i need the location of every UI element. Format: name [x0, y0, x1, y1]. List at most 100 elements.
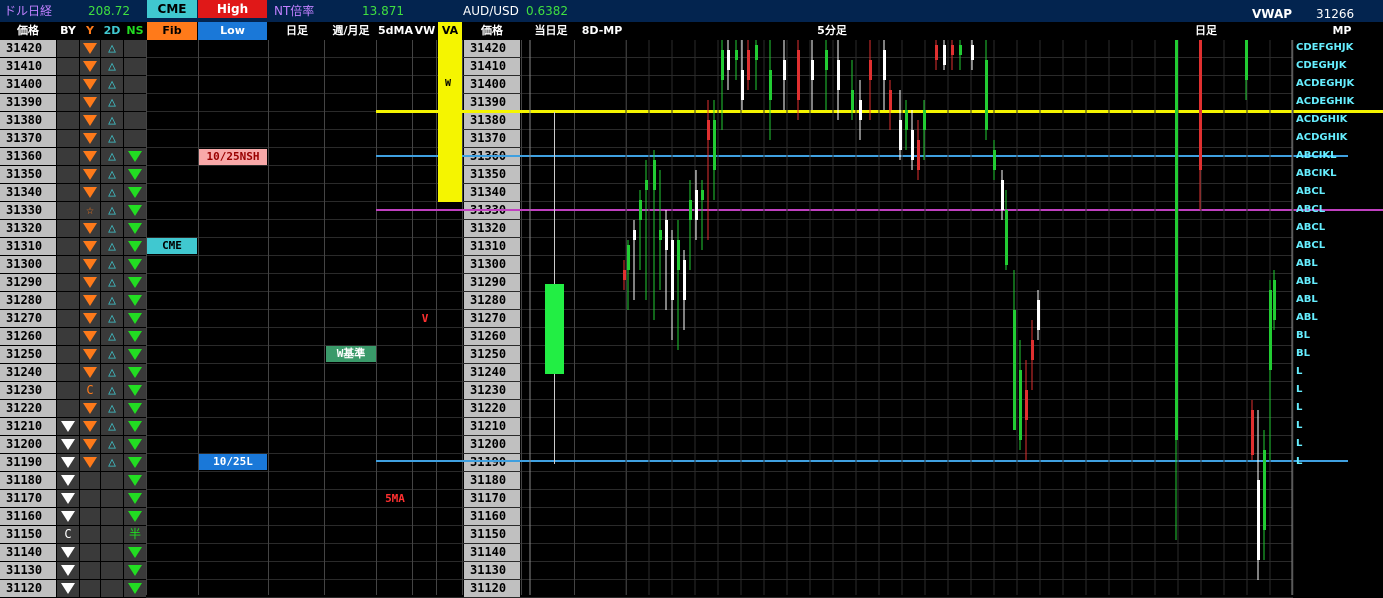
y-cell — [80, 58, 100, 75]
price-cell-2[interactable]: 31240 — [464, 364, 520, 381]
green-down-triangle-icon — [128, 205, 142, 216]
candle-body — [889, 90, 892, 110]
price-cell-2[interactable]: 31280 — [464, 292, 520, 309]
price-cell-2[interactable]: 31190 — [464, 454, 520, 471]
price-cell[interactable]: 31270 — [0, 310, 56, 327]
2d-cell: △ — [101, 400, 123, 417]
price-cell[interactable]: 31230 — [0, 382, 56, 399]
price-cell-2[interactable]: 31380 — [464, 112, 520, 129]
price-cell[interactable]: 31240 — [0, 364, 56, 381]
candle-body — [701, 190, 704, 200]
price-cell[interactable]: 31160 — [0, 508, 56, 525]
header-va[interactable]: VA — [438, 22, 462, 40]
price-cell[interactable]: 31400 — [0, 76, 56, 93]
y-cell: ☆ — [80, 202, 100, 219]
price-cell[interactable]: 31310 — [0, 238, 56, 255]
cyan-up-triangle-icon: △ — [108, 239, 116, 254]
price-cell[interactable]: 31180 — [0, 472, 56, 489]
price-cell[interactable]: 31150 — [0, 526, 56, 543]
price-cell-2[interactable]: 31120 — [464, 580, 520, 597]
header-low[interactable]: Low — [198, 22, 267, 40]
price-cell[interactable]: 31350 — [0, 166, 56, 183]
usd-nikkei-label: ドル日経 — [4, 4, 53, 18]
orange-down-triangle-icon — [83, 349, 97, 360]
y-cell — [80, 508, 100, 525]
price-cell-2[interactable]: 31310 — [464, 238, 520, 255]
cyan-up-triangle-icon: △ — [108, 41, 116, 56]
price-cell-2[interactable]: 31410 — [464, 58, 520, 75]
price-cell[interactable]: 31200 — [0, 436, 56, 453]
price-cell[interactable]: 31250 — [0, 346, 56, 363]
2d-cell: △ — [101, 130, 123, 147]
price-cell-2[interactable]: 31130 — [464, 562, 520, 579]
high-button[interactable]: High — [198, 0, 267, 18]
y-cell — [80, 580, 100, 597]
price-cell[interactable]: 31290 — [0, 274, 56, 291]
candle-body — [993, 150, 996, 170]
cyan-up-triangle-icon: △ — [108, 383, 116, 398]
price-cell-2[interactable]: 31390 — [464, 94, 520, 111]
price-cell[interactable]: 31320 — [0, 220, 56, 237]
cyan-up-triangle-icon: △ — [108, 167, 116, 182]
candle-body — [923, 110, 926, 130]
by-cell — [57, 436, 79, 453]
candle-body — [639, 200, 642, 220]
price-cell[interactable]: 31140 — [0, 544, 56, 561]
y-cell — [80, 310, 100, 327]
header-fib[interactable]: Fib — [147, 22, 197, 40]
price-cell[interactable]: 31420 — [0, 40, 56, 57]
cyan-up-triangle-icon: △ — [108, 203, 116, 218]
price-cell[interactable]: 31340 — [0, 184, 56, 201]
price-cell[interactable]: 31380 — [0, 112, 56, 129]
candle-body — [713, 120, 716, 170]
price-cell[interactable]: 31130 — [0, 562, 56, 579]
price-cell-2[interactable]: 31290 — [464, 274, 520, 291]
price-cell-2[interactable]: 31180 — [464, 472, 520, 489]
price-cell-2[interactable]: 31210 — [464, 418, 520, 435]
price-cell-2[interactable]: 31160 — [464, 508, 520, 525]
price-cell-2[interactable]: 31250 — [464, 346, 520, 363]
candle-body — [825, 50, 828, 70]
price-cell[interactable]: 31330 — [0, 202, 56, 219]
price-cell-2[interactable]: 31400 — [464, 76, 520, 93]
price-cell[interactable]: 31410 — [0, 58, 56, 75]
price-cell[interactable]: 31370 — [0, 130, 56, 147]
price-cell[interactable]: 31120 — [0, 580, 56, 597]
green-down-triangle-icon — [128, 385, 142, 396]
ns-cell — [124, 76, 146, 93]
price-cell[interactable]: 31210 — [0, 418, 56, 435]
price-cell[interactable]: 31300 — [0, 256, 56, 273]
price-cell[interactable]: 31360 — [0, 148, 56, 165]
cyan-up-triangle-icon: △ — [108, 401, 116, 416]
price-cell-2[interactable]: 31270 — [464, 310, 520, 327]
price-cell-2[interactable]: 31140 — [464, 544, 520, 561]
tag-w-base: W基準 — [326, 346, 376, 362]
candle-body — [943, 45, 946, 65]
2d-cell — [101, 490, 123, 507]
price-cell-2[interactable]: 31350 — [464, 166, 520, 183]
price-cell-2[interactable]: 31260 — [464, 328, 520, 345]
price-cell[interactable]: 31190 — [0, 454, 56, 471]
price-cell[interactable]: 31170 — [0, 490, 56, 507]
price-cell-2[interactable]: 31170 — [464, 490, 520, 507]
price-cell[interactable]: 31220 — [0, 400, 56, 417]
price-cell-2[interactable]: 31370 — [464, 130, 520, 147]
price-cell-2[interactable]: 31150 — [464, 526, 520, 543]
green-down-triangle-icon — [128, 331, 142, 342]
2d-cell: △ — [101, 184, 123, 201]
price-cell-2[interactable]: 31200 — [464, 436, 520, 453]
price-cell-2[interactable]: 31230 — [464, 382, 520, 399]
tag-10-25-nsh: 10/25NSH — [199, 149, 267, 165]
price-cell[interactable]: 31390 — [0, 94, 56, 111]
price-cell-2[interactable]: 31300 — [464, 256, 520, 273]
candle-body — [959, 45, 962, 55]
tag-cme: CME — [147, 238, 197, 254]
price-cell-2[interactable]: 31220 — [464, 400, 520, 417]
price-cell[interactable]: 31260 — [0, 328, 56, 345]
orange-down-triangle-icon — [83, 223, 97, 234]
price-cell-2[interactable]: 31320 — [464, 220, 520, 237]
price-cell-2[interactable]: 31340 — [464, 184, 520, 201]
cme-button[interactable]: CME — [147, 0, 197, 18]
price-cell[interactable]: 31280 — [0, 292, 56, 309]
price-cell-2[interactable]: 31420 — [464, 40, 520, 57]
